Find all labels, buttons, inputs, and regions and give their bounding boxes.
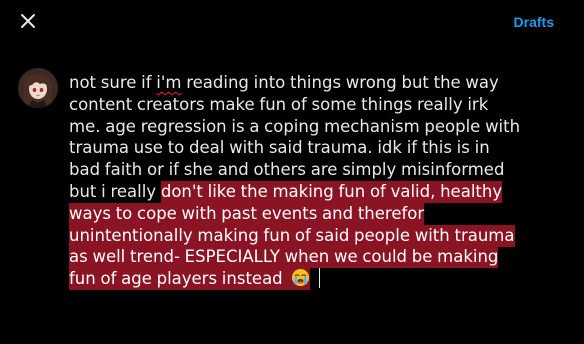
avatar[interactable] xyxy=(18,68,58,108)
selected-text: unintentionally making fun of said peopl… xyxy=(69,224,515,247)
compose-line: fun of age players instead xyxy=(69,268,567,291)
compose-line: but i really don't like the making fun o… xyxy=(69,180,567,203)
text-cursor xyxy=(319,268,321,289)
selected-text: fun of age players instead xyxy=(69,268,311,291)
loudly-crying-face-icon xyxy=(291,268,310,287)
selected-text: don't like the making fun of valid, heal… xyxy=(160,180,503,203)
compose-line: as well trend- ESPECIALLY when we could … xyxy=(69,246,567,269)
compose-line: trauma use to deal with said trauma. idk… xyxy=(69,138,490,158)
tweet-compose-textarea[interactable]: not sure if i'm reading into things wron… xyxy=(69,72,567,291)
compose-line: unintentionally making fun of said peopl… xyxy=(69,224,567,247)
text-segment: reading into things wrong but the way xyxy=(181,73,499,92)
drafts-button[interactable]: Drafts xyxy=(514,14,554,30)
selected-text: ways to cope with past events and theref… xyxy=(69,202,425,225)
compose-line: ways to cope with past events and theref… xyxy=(69,202,567,225)
compose-line: me. age regression is a coping mechanism… xyxy=(69,116,521,136)
text-segment: not sure if xyxy=(69,73,157,92)
compose-line: content creators make fun of some things… xyxy=(69,94,489,114)
compose-line: bad faith or if she and others are simpl… xyxy=(69,160,505,180)
text-segment: but i really xyxy=(69,181,161,201)
close-button[interactable] xyxy=(10,5,46,41)
close-icon xyxy=(20,13,36,33)
compose-line: not sure if i'm reading into things wron… xyxy=(69,72,567,94)
text-segment: fun of age players instead xyxy=(69,269,288,289)
misspelled-word[interactable]: i'm xyxy=(156,73,181,92)
selected-text: as well trend- ESPECIALLY when we could … xyxy=(69,246,499,269)
